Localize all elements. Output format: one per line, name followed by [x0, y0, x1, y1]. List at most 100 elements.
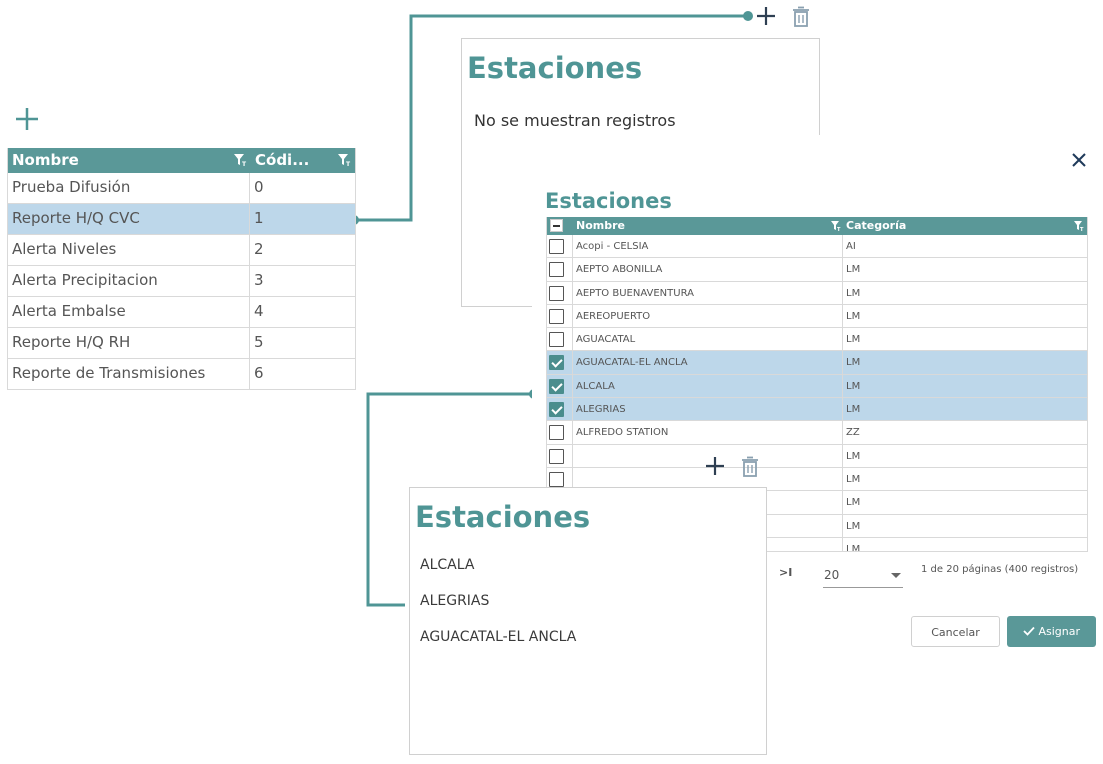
cell-codigo: 6 [254, 364, 264, 382]
row-checkbox[interactable] [549, 471, 564, 487]
table-row[interactable]: Reporte H/Q RH 5 [8, 328, 355, 359]
column-divider [572, 351, 573, 374]
svg-text:T: T [1080, 227, 1084, 232]
filter-icon[interactable]: T [830, 220, 842, 235]
table-row[interactable]: Reporte de Transmisiones 6 [8, 359, 355, 390]
cell-categoria: LM [846, 380, 861, 392]
column-divider [842, 235, 843, 258]
column-divider [842, 351, 843, 374]
stations-panel-assigned: Estaciones ALCALA ALEGRIAS AGUACATAL-EL … [409, 487, 767, 755]
filter-icon[interactable]: T [337, 153, 351, 171]
assign-label: Asignar [1038, 625, 1081, 638]
grid-row[interactable]: AEPTO BUENAVENTURA LM [547, 281, 1087, 305]
column-divider [249, 297, 250, 327]
column-divider [842, 374, 843, 398]
column-divider [572, 235, 573, 258]
column-header-categoria[interactable]: Categoría [846, 219, 906, 232]
pager-info: 1 de 20 páginas (400 registros) [921, 564, 1079, 575]
row-checkbox[interactable] [549, 332, 564, 348]
cell-nombre: Reporte de Transmisiones [12, 364, 206, 382]
close-button[interactable] [1070, 151, 1088, 169]
cell-nombre: AEPTO BUENAVENTURA [576, 287, 694, 299]
cell-nombre: Prueba Difusión [12, 178, 131, 196]
row-checkbox[interactable] [549, 308, 564, 324]
column-divider [572, 281, 573, 304]
column-header-nombre[interactable]: Nombre [12, 151, 79, 169]
add-station-button[interactable] [704, 455, 726, 477]
cell-categoria: LM [846, 520, 861, 532]
plus-icon [706, 457, 724, 475]
row-checkbox[interactable] [549, 355, 564, 371]
row-checkbox[interactable] [549, 448, 564, 464]
column-divider [842, 328, 843, 351]
list-item: AGUACATAL-EL ANCLA [420, 629, 577, 645]
select-all-checkbox[interactable] [550, 219, 563, 232]
column-divider [249, 235, 250, 265]
cell-categoria: LM [846, 404, 861, 416]
cell-codigo: 1 [254, 209, 264, 227]
cell-categoria: ZZ [846, 427, 860, 439]
column-header-nombre[interactable]: Nombre [576, 219, 625, 232]
grid-row[interactable]: LM [547, 444, 1087, 468]
grid-row[interactable]: AGUACATAL-EL ANCLA LM [547, 351, 1087, 375]
cell-nombre: AGUACATAL-EL ANCLA [576, 357, 688, 369]
add-notification-button[interactable] [14, 106, 40, 132]
grid-row[interactable]: AEREOPUERTO LM [547, 304, 1087, 329]
cell-categoria: LM [846, 287, 861, 299]
delete-station-button[interactable] [740, 456, 760, 478]
column-divider [249, 204, 250, 234]
filter-icon[interactable]: T [233, 153, 247, 171]
column-header-codigo[interactable]: Códi... [255, 151, 309, 169]
empty-message: No se muestran registros [474, 111, 676, 130]
table-row[interactable]: Reporte H/Q CVC 1 [8, 204, 355, 235]
notifications-table: Nombre T Códi... T Prueba Difusión 0 Repor… [7, 148, 356, 390]
column-divider [572, 444, 573, 467]
row-checkbox[interactable] [549, 239, 564, 254]
table-row[interactable]: Alerta Embalse 4 [8, 297, 355, 328]
cell-nombre: ALFREDO STATION [576, 427, 669, 439]
chevron-down-icon [891, 573, 901, 578]
grid-row[interactable]: ALCALA LM [547, 374, 1087, 399]
row-checkbox[interactable] [549, 425, 564, 441]
table-row[interactable]: Alerta Niveles 2 [8, 235, 355, 266]
panel-title: Estaciones [467, 51, 643, 85]
column-divider [842, 537, 843, 551]
column-divider [842, 514, 843, 537]
cell-nombre: AEREOPUERTO [576, 310, 651, 322]
cell-codigo: 3 [254, 271, 264, 289]
column-divider [572, 374, 573, 398]
svg-text:T: T [346, 161, 351, 167]
cell-nombre: Reporte H/Q RH [12, 333, 131, 351]
cell-nombre: Alerta Niveles [12, 240, 117, 258]
pager-last-button[interactable]: >I [779, 566, 792, 579]
row-checkbox[interactable] [549, 402, 564, 418]
table-row[interactable]: Prueba Difusión 0 [8, 173, 355, 204]
assign-button[interactable]: Asignar [1007, 616, 1096, 647]
delete-station-button[interactable] [791, 6, 811, 28]
grid-row[interactable]: AEPTO ABONILLA LM [547, 258, 1087, 282]
grid-row[interactable]: ALEGRIAS LM [547, 398, 1087, 422]
column-divider [842, 304, 843, 328]
svg-text:T: T [242, 161, 247, 167]
modal-title: Estaciones [545, 189, 672, 213]
add-station-button[interactable] [755, 5, 777, 27]
cell-categoria: AI [846, 241, 856, 252]
filter-icon[interactable]: T [1073, 220, 1085, 235]
grid-row[interactable]: AGUACATAL LM [547, 328, 1087, 352]
row-checkbox[interactable] [549, 262, 564, 278]
cell-nombre: AGUACATAL [576, 334, 636, 346]
grid-row[interactable]: Acopi - CELSIA AI [547, 235, 1087, 259]
list-item: ALCALA [420, 557, 475, 573]
page-size-select[interactable]: 20 [823, 563, 903, 588]
row-checkbox[interactable] [549, 378, 564, 394]
cell-categoria: LM [846, 334, 861, 346]
grid-header: Nombre T Categoría T [547, 217, 1087, 235]
grid-row[interactable]: ALFREDO STATION ZZ [547, 421, 1087, 445]
column-divider [842, 444, 843, 467]
cancel-button[interactable]: Cancelar [911, 616, 1000, 647]
cell-categoria: LM [846, 543, 861, 552]
row-checkbox[interactable] [549, 285, 564, 301]
table-row[interactable]: Alerta Precipitacion 3 [8, 266, 355, 297]
cell-codigo: 4 [254, 302, 264, 320]
column-divider [249, 328, 250, 358]
